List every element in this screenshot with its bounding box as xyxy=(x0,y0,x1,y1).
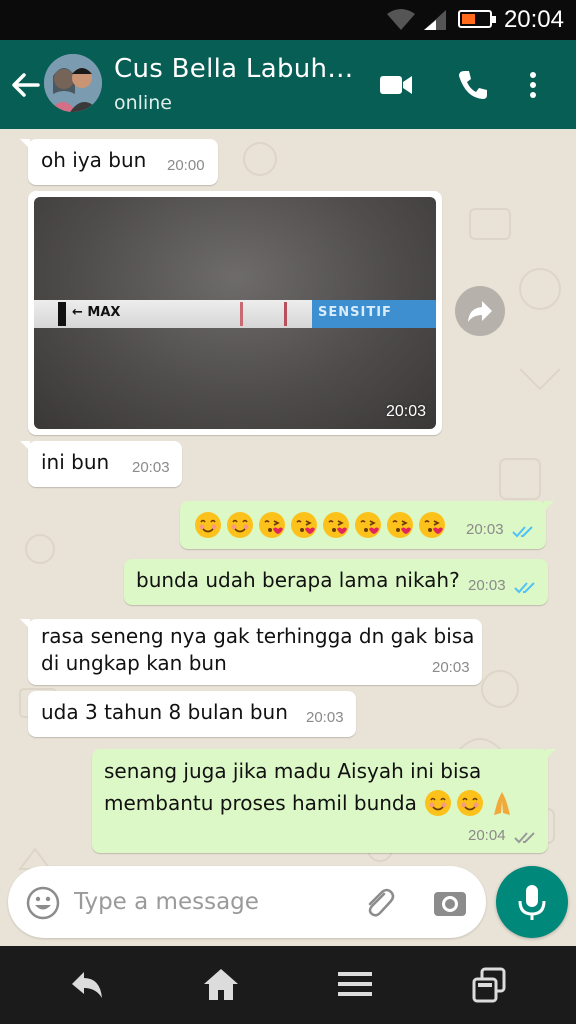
message-outgoing[interactable]: bunda udah berapa lama nikah? 20:03 xyxy=(124,559,548,605)
chat-header: Cus Bella Labuh… online xyxy=(0,40,576,129)
message-time: 20:00 xyxy=(167,157,205,174)
status-time: 20:04 xyxy=(503,6,564,33)
camera-icon[interactable] xyxy=(432,886,468,920)
test-strip: ← MAX SENSITIF xyxy=(34,300,436,328)
forward-button[interactable] xyxy=(455,286,505,336)
message-image[interactable]: ← MAX SENSITIF 20:03 xyxy=(28,191,442,435)
smiling-face-emoji-icon xyxy=(227,512,253,538)
status-bar: 20:04 xyxy=(0,0,576,40)
emoji-row xyxy=(194,511,450,539)
chat-area[interactable]: oh iya bun 20:00 ← MAX SENSITIF 20:03 in… xyxy=(0,129,576,947)
strip-label-right: SENSITIF xyxy=(318,305,392,320)
forward-icon xyxy=(468,301,492,322)
voice-record-button[interactable] xyxy=(496,866,568,938)
smiling-face-emoji-icon xyxy=(195,512,221,538)
message-incoming[interactable]: uda 3 tahun 8 bulan bun 20:03 xyxy=(28,691,356,737)
trailing-emojis xyxy=(424,789,520,817)
message-outgoing[interactable]: 20:03 xyxy=(180,501,554,549)
strip-label-left: ← MAX xyxy=(72,305,121,320)
message-input[interactable] xyxy=(74,882,344,922)
message-time: 20:03 xyxy=(432,659,470,676)
message-incoming[interactable]: ini bun 20:03 xyxy=(20,441,182,487)
battery-icon xyxy=(458,10,496,28)
more-options-icon[interactable] xyxy=(528,68,538,102)
message-text: ini bun xyxy=(41,450,110,474)
face-blowing-kiss-emoji-icon xyxy=(291,512,317,538)
message-outgoing[interactable]: senang juga jika madu Aisyah ini bisa me… xyxy=(92,749,556,853)
read-receipt-icon xyxy=(514,582,535,594)
message-incoming[interactable]: oh iya bun 20:00 xyxy=(20,139,218,185)
navigation-bar xyxy=(0,946,576,1024)
message-time: 20:04 xyxy=(468,827,506,844)
message-time: 20:03 xyxy=(306,709,344,726)
message-text: oh iya bun xyxy=(41,148,147,172)
folded-hands-emoji-icon xyxy=(494,792,510,815)
message-time: 20:03 xyxy=(468,577,506,594)
paperclip-icon[interactable] xyxy=(362,886,396,920)
message-composer xyxy=(8,866,486,938)
back-icon[interactable] xyxy=(68,966,108,1002)
message-text: rasa seneng nya gak terhingga dn gak bis… xyxy=(41,624,475,675)
back-arrow-icon[interactable] xyxy=(8,68,42,102)
message-text: uda 3 tahun 8 bulan bun xyxy=(41,700,288,724)
face-blowing-kiss-emoji-icon xyxy=(355,512,381,538)
video-call-icon[interactable] xyxy=(378,68,414,102)
contact-status: online xyxy=(114,92,172,114)
menu-icon[interactable] xyxy=(336,966,374,1002)
avatar[interactable] xyxy=(44,54,102,112)
signal-icon xyxy=(424,10,446,30)
wifi-icon xyxy=(387,9,415,30)
emoji-icon[interactable] xyxy=(26,886,60,920)
message-text: bunda udah berapa lama nikah? xyxy=(136,568,460,592)
recent-apps-icon[interactable] xyxy=(470,966,508,1004)
smiling-face-emoji-icon xyxy=(457,790,483,816)
message-time: 20:03 xyxy=(132,459,170,476)
smiling-face-emoji-icon xyxy=(425,790,451,816)
face-blowing-kiss-emoji-icon xyxy=(323,512,349,538)
phone-icon[interactable] xyxy=(456,68,490,102)
message-incoming[interactable]: rasa seneng nya gak terhingga dn gak bis… xyxy=(20,619,482,685)
face-blowing-kiss-emoji-icon xyxy=(259,512,285,538)
message-time: 20:03 xyxy=(385,403,426,420)
delivered-receipt-icon xyxy=(514,832,535,844)
home-icon[interactable] xyxy=(202,966,240,1002)
read-receipt-icon xyxy=(512,526,533,538)
avatar-photo xyxy=(44,54,102,112)
message-time: 20:03 xyxy=(466,521,504,538)
face-blowing-kiss-emoji-icon xyxy=(387,512,413,538)
face-blowing-kiss-emoji-icon xyxy=(419,512,445,538)
contact-name[interactable]: Cus Bella Labuh… xyxy=(114,54,354,84)
pregnancy-test-photo[interactable]: ← MAX SENSITIF 20:03 xyxy=(34,197,436,429)
microphone-icon xyxy=(518,885,546,920)
